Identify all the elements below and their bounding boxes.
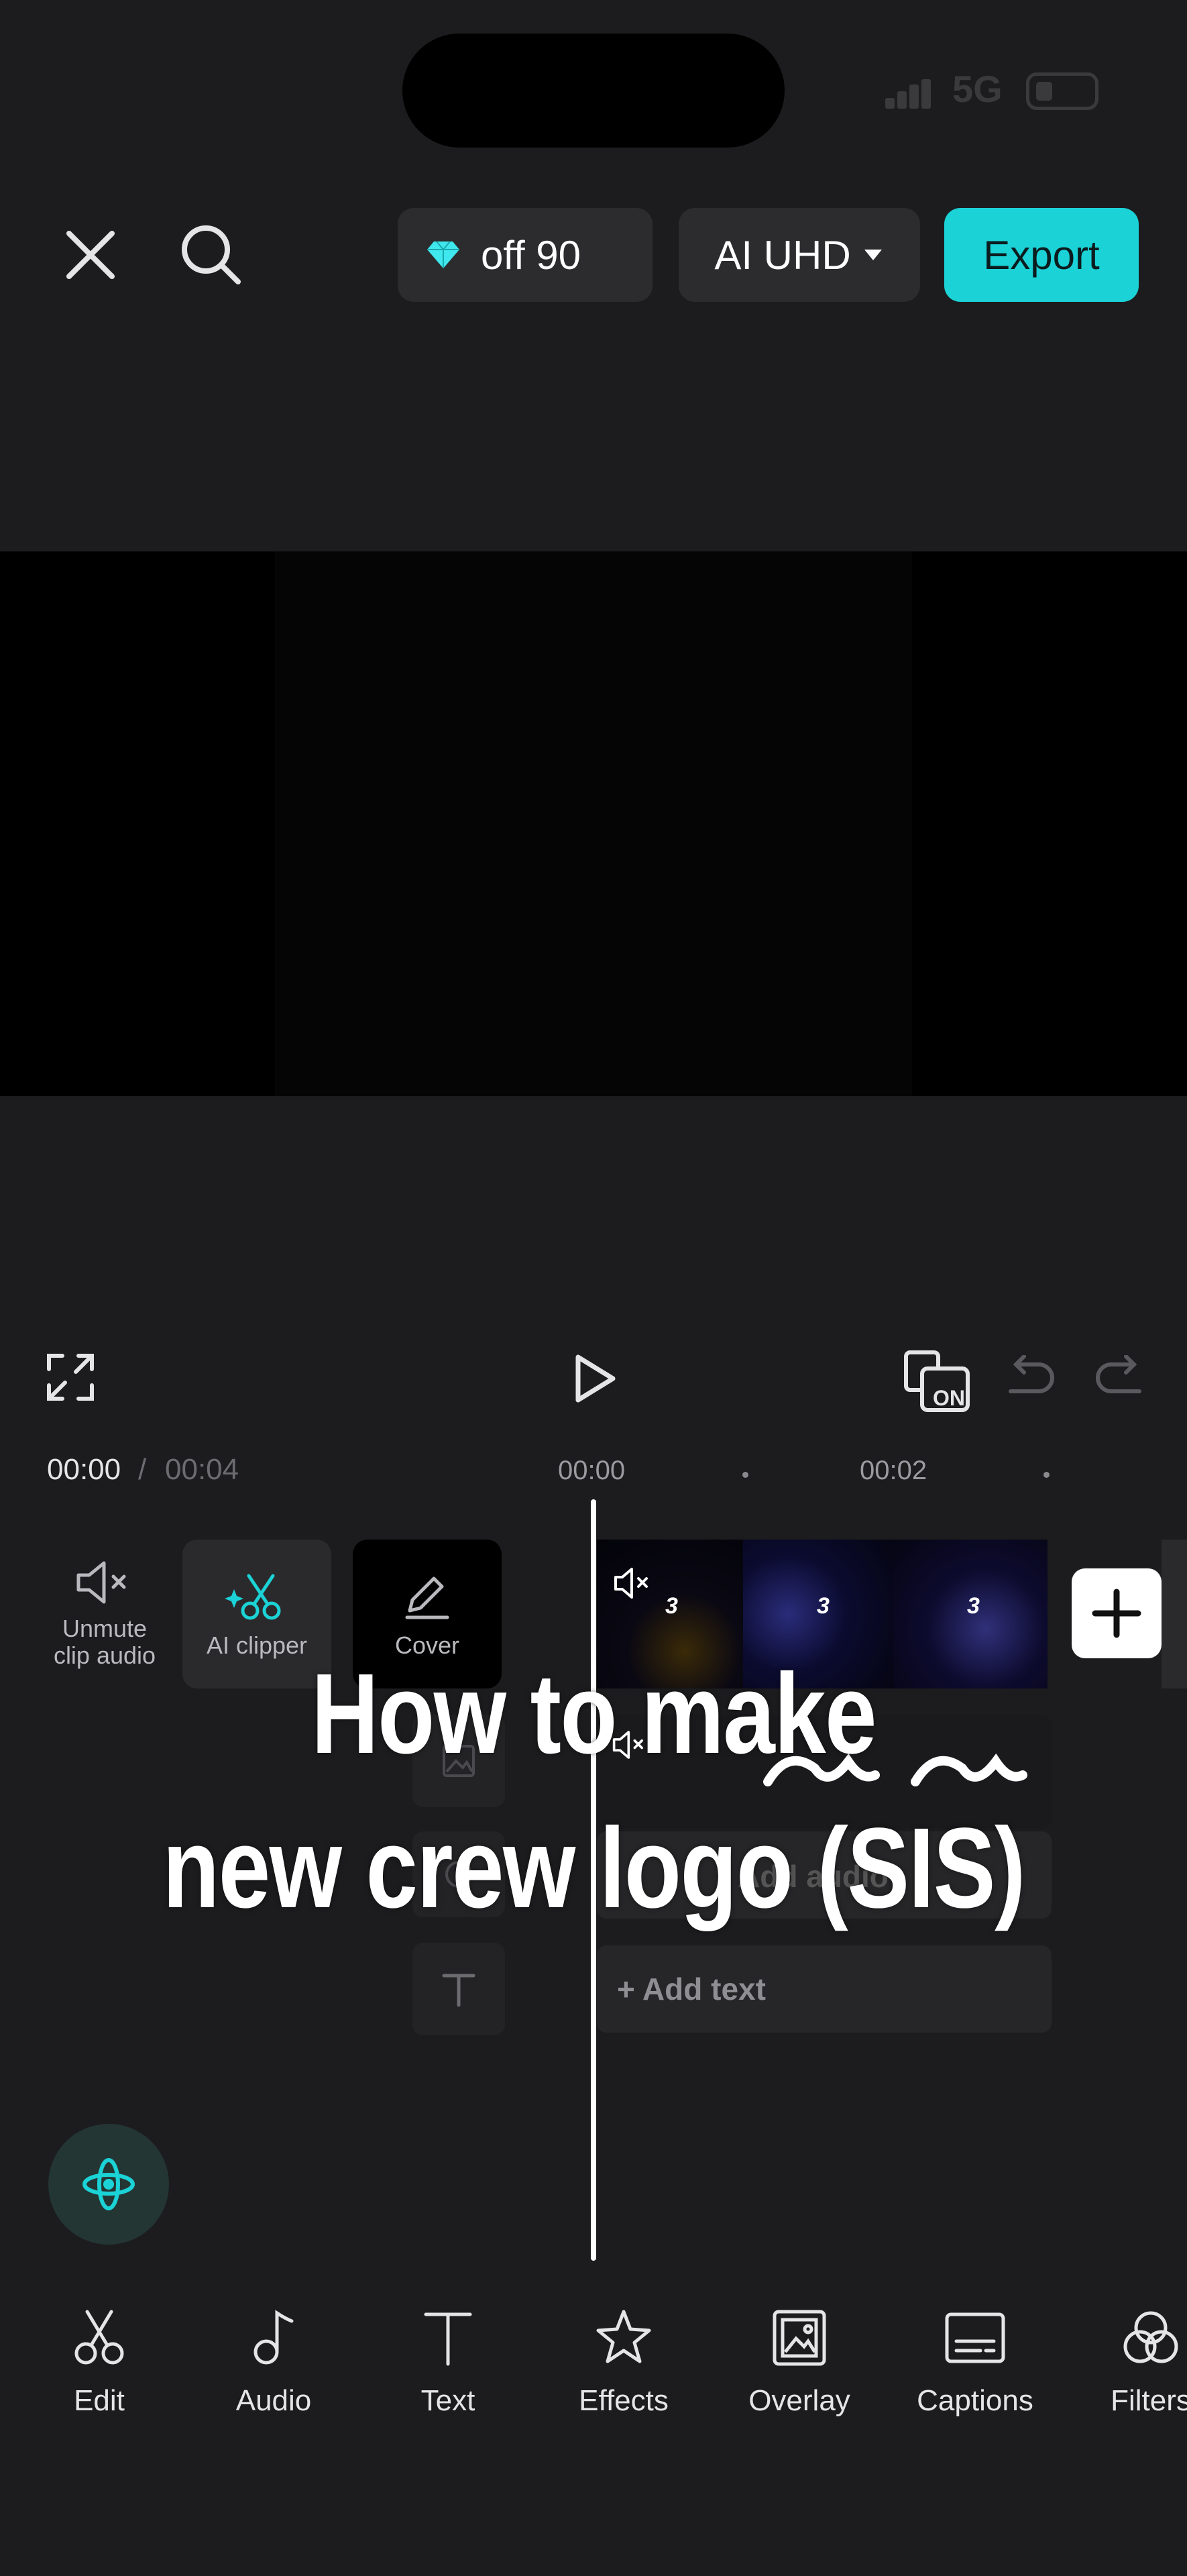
mute-speaker-icon xyxy=(76,1561,126,1604)
muted-speaker-icon xyxy=(614,1568,648,1599)
fullscreen-icon[interactable] xyxy=(42,1348,99,1406)
search-icon[interactable] xyxy=(178,221,245,288)
quality-dropdown[interactable]: AI UHD xyxy=(679,208,920,302)
chevron-down-icon xyxy=(864,250,882,260)
nav-label: Audio xyxy=(235,2384,312,2417)
overlay-icon xyxy=(773,2310,826,2366)
keyframe-badge: ON xyxy=(933,1386,965,1410)
clip-badge: 3 xyxy=(817,1593,830,1619)
total-time: 00:04 xyxy=(165,1453,239,1486)
play-icon[interactable] xyxy=(565,1348,625,1409)
current-time: 00:00 xyxy=(47,1453,121,1486)
pencil-icon xyxy=(405,1576,449,1619)
nav-effects[interactable]: Effects xyxy=(550,2308,697,2418)
timeline-tick: 00:02 xyxy=(860,1456,927,1485)
captions-icon xyxy=(945,2312,1005,2363)
nav-captions[interactable]: Captions xyxy=(901,2308,1049,2418)
export-button[interactable]: Export xyxy=(944,208,1139,302)
plus-icon xyxy=(1092,1589,1141,1638)
video-preview[interactable] xyxy=(0,551,1187,1096)
effects-star-icon xyxy=(596,2310,651,2363)
time-separator: / xyxy=(138,1453,147,1486)
close-icon[interactable] xyxy=(60,225,121,285)
music-note-icon xyxy=(253,2310,294,2365)
text-icon xyxy=(442,1974,475,2007)
nav-label: Filters xyxy=(1111,2384,1187,2417)
nav-audio[interactable]: Audio xyxy=(200,2308,347,2418)
nav-overlay[interactable]: Overlay xyxy=(726,2308,873,2418)
redo-icon[interactable] xyxy=(1090,1352,1151,1405)
orbit-icon xyxy=(82,2158,135,2210)
nav-label: Effects xyxy=(579,2384,669,2417)
track-end-area xyxy=(1162,1540,1187,1688)
text-icon xyxy=(424,2312,472,2366)
battery-icon xyxy=(1026,72,1098,110)
add-text-track[interactable]: + Add text xyxy=(597,1945,1052,2033)
nav-label: Edit xyxy=(74,2384,125,2417)
nav-filters[interactable]: Filters xyxy=(1077,2308,1187,2418)
signal-icon xyxy=(885,79,932,109)
video-title-overlay: How to make new crew logo (SIS) xyxy=(107,1637,1080,1945)
nav-label: Captions xyxy=(917,2384,1033,2417)
timeline-tick: 00:00 xyxy=(558,1456,626,1485)
timeline-dot xyxy=(1043,1472,1050,1478)
network-label: 5G xyxy=(952,68,1003,110)
clip-badge: 3 xyxy=(665,1593,678,1619)
title-line-1: How to make xyxy=(311,1650,877,1778)
diamond-icon xyxy=(427,241,459,268)
promo-button[interactable]: off 90 xyxy=(398,208,653,302)
nav-label: Overlay xyxy=(748,2384,850,2417)
nav-label: Text xyxy=(420,2384,475,2417)
add-clip-button[interactable] xyxy=(1072,1568,1162,1658)
dynamic-island xyxy=(402,34,785,148)
text-track-button[interactable] xyxy=(412,1943,505,2035)
promo-text: off 90 xyxy=(481,232,581,278)
ai-assistant-button[interactable] xyxy=(48,2124,169,2245)
clip-badge: 3 xyxy=(967,1593,980,1619)
preview-frame xyxy=(275,551,912,1096)
keyframe-toggle[interactable]: ON xyxy=(902,1348,976,1415)
ai-scissors-icon xyxy=(225,1574,281,1620)
title-line-2: new crew logo (SIS) xyxy=(162,1805,1025,1932)
undo-icon[interactable] xyxy=(999,1352,1060,1405)
nav-text[interactable]: Text xyxy=(374,2308,522,2418)
timeline-dot xyxy=(742,1472,748,1478)
scissors-icon xyxy=(74,2310,124,2365)
nav-edit[interactable]: Edit xyxy=(25,2308,173,2418)
quality-label: AI UHD xyxy=(714,232,851,278)
filters-icon xyxy=(1123,2311,1178,2363)
